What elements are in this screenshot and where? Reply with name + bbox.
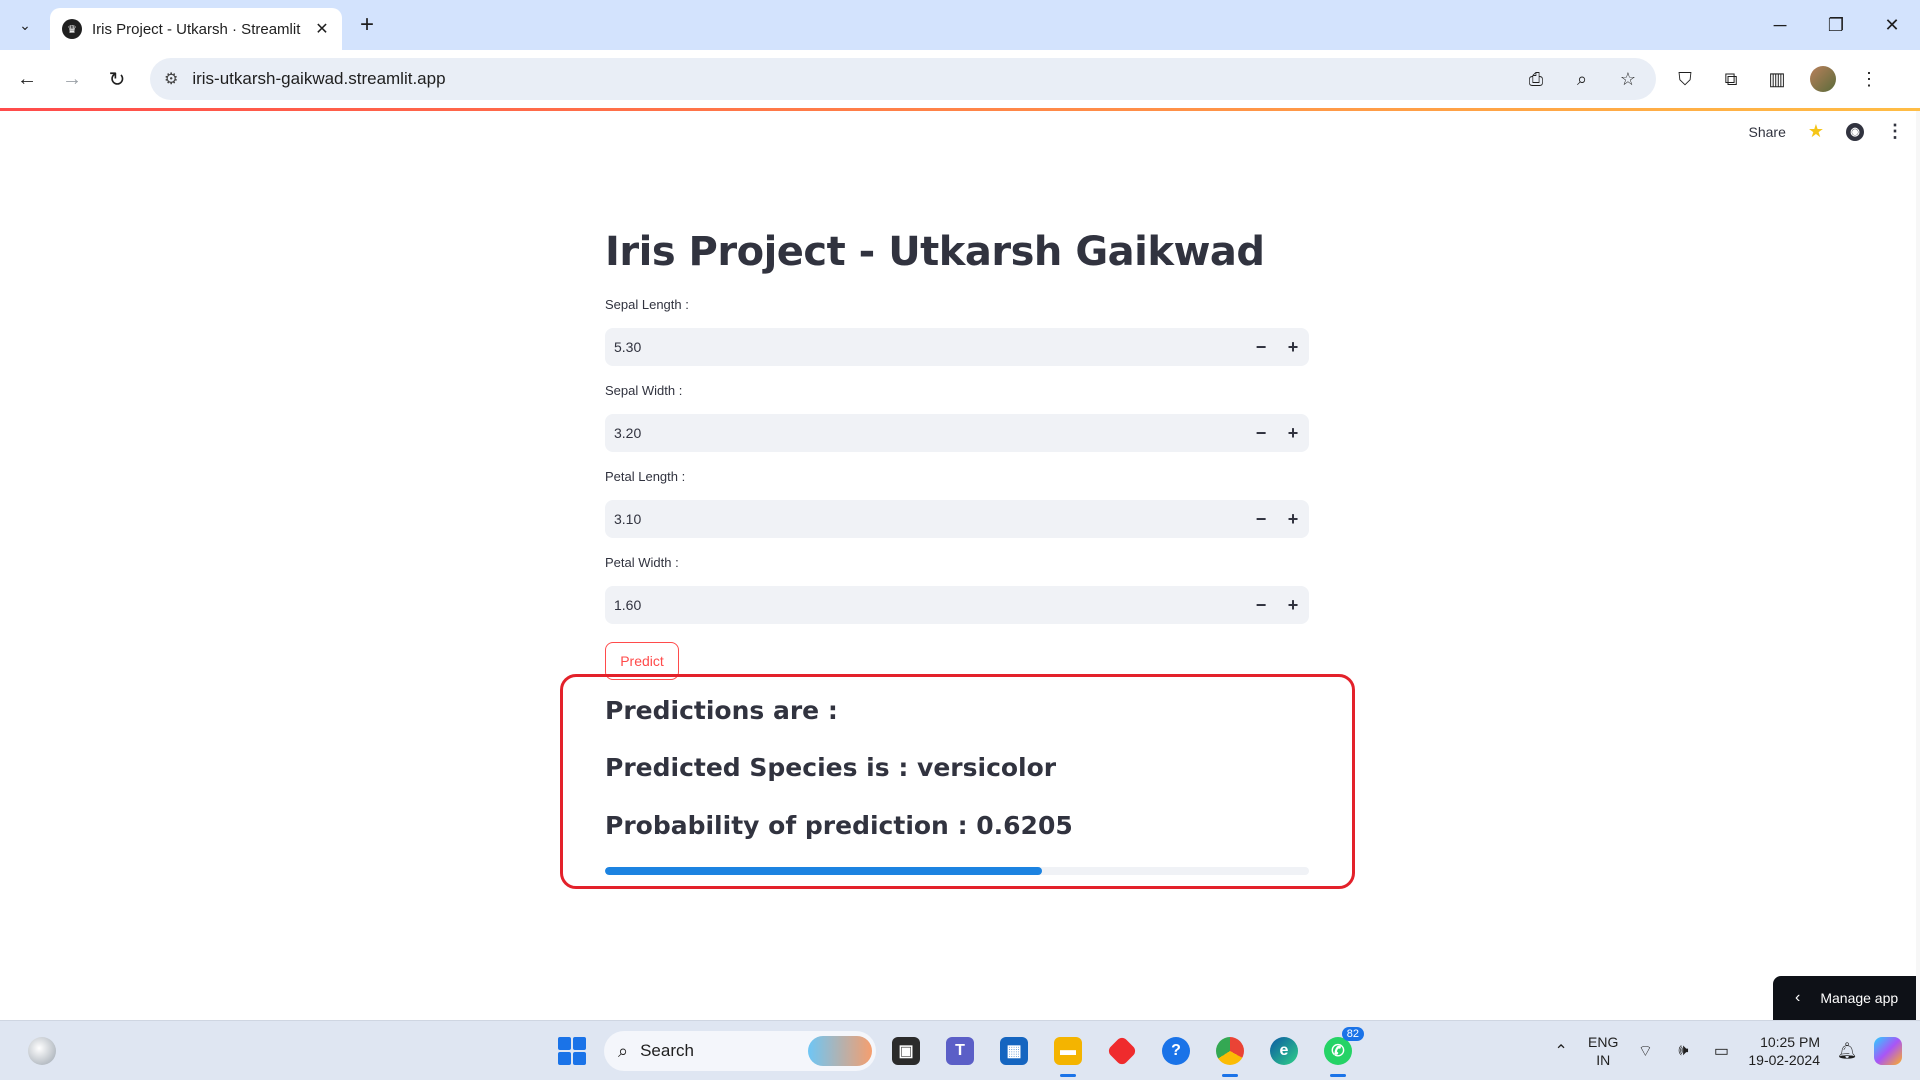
language-indicator[interactable]: ENG IN — [1588, 1033, 1618, 1069]
window-close-icon[interactable]: ✕ — [1864, 0, 1920, 50]
install-app-icon[interactable]: ⎙ — [1524, 69, 1548, 90]
search-label: Search — [640, 1041, 694, 1060]
bookmark-star-icon[interactable]: ☆ — [1616, 69, 1640, 90]
new-tab-plus-icon[interactable]: + — [352, 10, 382, 40]
get-help-icon[interactable]: ? — [1156, 1031, 1196, 1071]
task-view-icon[interactable]: ▣ — [886, 1031, 926, 1071]
system-tray: ⌃ ENG IN ⌔ 🕪 ▭ 10:25 PM 19-02-2024 🔔︎ — [1550, 1021, 1902, 1080]
field-label: Petal Width : — [605, 555, 679, 570]
decrement-minus-icon[interactable]: − — [1245, 586, 1277, 624]
sepal-length-field: Sepal Length : 5.30 − + — [605, 294, 1309, 366]
reload-icon[interactable]: ↻ — [100, 62, 134, 96]
chrome-icon[interactable] — [1210, 1031, 1250, 1077]
scrollbar[interactable] — [1916, 111, 1920, 1020]
shield-extension-icon[interactable]: ⛉ — [1672, 66, 1698, 92]
increment-plus-icon[interactable]: + — [1277, 414, 1309, 452]
decrement-minus-icon[interactable]: − — [1245, 328, 1277, 366]
github-icon[interactable]: ◉ — [1846, 122, 1864, 141]
copilot-icon[interactable] — [1874, 1037, 1902, 1065]
page-title: Iris Project - Utkarsh Gaikwad — [605, 229, 1265, 275]
input-value[interactable]: 1.60 — [605, 597, 1245, 613]
windows-start-icon[interactable] — [558, 1037, 586, 1065]
clock-time: 10:25 PM — [1760, 1034, 1820, 1050]
windows-taskbar: ⌕ Search ▣ T ▦ ▬ ? e ✆ 82 ⌃ ENG IN ⌔ 🕪 ▭… — [0, 1020, 1920, 1080]
increment-plus-icon[interactable]: + — [1277, 500, 1309, 538]
streamlit-crown-icon: ♛ — [62, 19, 82, 39]
edge-icon[interactable]: e — [1264, 1031, 1304, 1071]
predicted-species-text: Predicted Species is : versicolor — [605, 753, 1057, 782]
field-label: Petal Length : — [605, 469, 686, 484]
field-label: Sepal Length : — [605, 297, 689, 312]
browser-toolbar: ← → ↻ ⚙ iris-utkarsh-gaikwad.streamlit.a… — [0, 50, 1920, 108]
window-controls: ─ ❐ ✕ — [1752, 0, 1920, 50]
sepal-length-input[interactable]: 5.30 − + — [605, 328, 1309, 366]
input-value[interactable]: 3.20 — [605, 425, 1245, 441]
app-header: Share ★ ◉ ⋮ — [0, 111, 1920, 155]
share-button[interactable]: Share — [1749, 124, 1786, 140]
progress-fill — [605, 867, 1042, 875]
lang-secondary: IN — [1596, 1052, 1611, 1068]
browser-tab[interactable]: ♛ Iris Project - Utkarsh · Streamlit ✕ — [50, 8, 342, 50]
weather-widget-icon[interactable] — [28, 1037, 56, 1065]
notification-bell-icon[interactable]: 🔔︎ — [1836, 1041, 1858, 1061]
restore-icon[interactable]: ❐ — [1808, 0, 1864, 50]
search-icon: ⌕ — [618, 1040, 629, 1061]
volume-icon[interactable]: 🕪 — [1672, 1042, 1694, 1060]
taskbar-search[interactable]: ⌕ Search — [604, 1031, 876, 1071]
minimize-icon[interactable]: ─ — [1752, 0, 1808, 50]
petal-length-input[interactable]: 3.10 − + — [605, 500, 1309, 538]
petal-length-field: Petal Length : 3.10 − + — [605, 466, 1309, 538]
chevron-left-icon: ‹ — [1795, 989, 1801, 1006]
file-explorer-icon[interactable]: ▬ — [1048, 1031, 1088, 1077]
taskbar-apps: ▣ T ▦ ▬ ? e ✆ 82 — [886, 1027, 1364, 1077]
lang-primary: ENG — [1588, 1034, 1619, 1050]
side-panel-icon[interactable]: ▥ — [1764, 66, 1790, 92]
star-icon[interactable]: ★ — [1808, 121, 1824, 142]
sepal-width-field: Sepal Width : 3.20 − + — [605, 380, 1309, 452]
main-content: Iris Project - Utkarsh Gaikwad Sepal Len… — [605, 220, 1309, 680]
extensions-puzzle-icon[interactable]: ⧉ — [1718, 66, 1744, 92]
battery-icon[interactable]: ▭ — [1710, 1041, 1732, 1061]
manage-app-button[interactable]: ‹ Manage app — [1773, 976, 1920, 1020]
field-label: Sepal Width : — [605, 383, 683, 398]
address-bar[interactable]: ⚙ iris-utkarsh-gaikwad.streamlit.app ⎙ ⌕… — [150, 58, 1656, 100]
manage-app-label: Manage app — [1820, 990, 1899, 1006]
url-text[interactable]: iris-utkarsh-gaikwad.streamlit.app — [192, 69, 445, 89]
chrome-menu-icon[interactable]: ⋮ — [1856, 66, 1882, 92]
probability-progress-bar — [605, 867, 1309, 875]
wifi-icon[interactable]: ⌔ — [1634, 1041, 1656, 1061]
tab-close-icon[interactable]: ✕ — [312, 19, 332, 39]
chevron-up-icon[interactable]: ⌃ — [1550, 1041, 1572, 1061]
input-value[interactable]: 5.30 — [605, 339, 1245, 355]
increment-plus-icon[interactable]: + — [1277, 328, 1309, 366]
input-value[interactable]: 3.10 — [605, 511, 1245, 527]
sepal-width-input[interactable]: 3.20 − + — [605, 414, 1309, 452]
whatsapp-badge: 82 — [1341, 1027, 1364, 1041]
forward-arrow-icon[interactable]: → — [55, 62, 89, 96]
browser-tab-bar: ⌄ ♛ Iris Project - Utkarsh · Streamlit ✕… — [0, 0, 1920, 50]
tab-search-chevron-icon[interactable]: ⌄ — [10, 10, 40, 40]
decrement-minus-icon[interactable]: − — [1245, 414, 1277, 452]
back-arrow-icon[interactable]: ← — [10, 62, 44, 96]
tab-title: Iris Project - Utkarsh · Streamlit — [92, 20, 301, 38]
anydesk-icon[interactable] — [1102, 1031, 1142, 1071]
app-menu-icon[interactable]: ⋮ — [1886, 121, 1904, 142]
teams-icon[interactable]: T — [940, 1031, 980, 1071]
clock[interactable]: 10:25 PM 19-02-2024 — [1748, 1033, 1820, 1069]
decrement-minus-icon[interactable]: − — [1245, 500, 1277, 538]
clock-date: 19-02-2024 — [1748, 1052, 1820, 1068]
petal-width-field: Petal Width : 1.60 − + — [605, 552, 1309, 624]
search-highlight-image — [808, 1036, 872, 1066]
increment-plus-icon[interactable]: + — [1277, 586, 1309, 624]
profile-avatar[interactable] — [1810, 66, 1836, 92]
microsoft-store-icon[interactable]: ▦ — [994, 1031, 1034, 1071]
predictions-heading: Predictions are : — [605, 696, 838, 725]
site-settings-icon[interactable]: ⚙ — [164, 69, 178, 89]
probability-text: Probability of prediction : 0.6205 — [605, 811, 1073, 840]
petal-width-input[interactable]: 1.60 − + — [605, 586, 1309, 624]
zoom-icon[interactable]: ⌕ — [1570, 69, 1594, 90]
whatsapp-icon[interactable]: ✆ 82 — [1318, 1027, 1364, 1077]
